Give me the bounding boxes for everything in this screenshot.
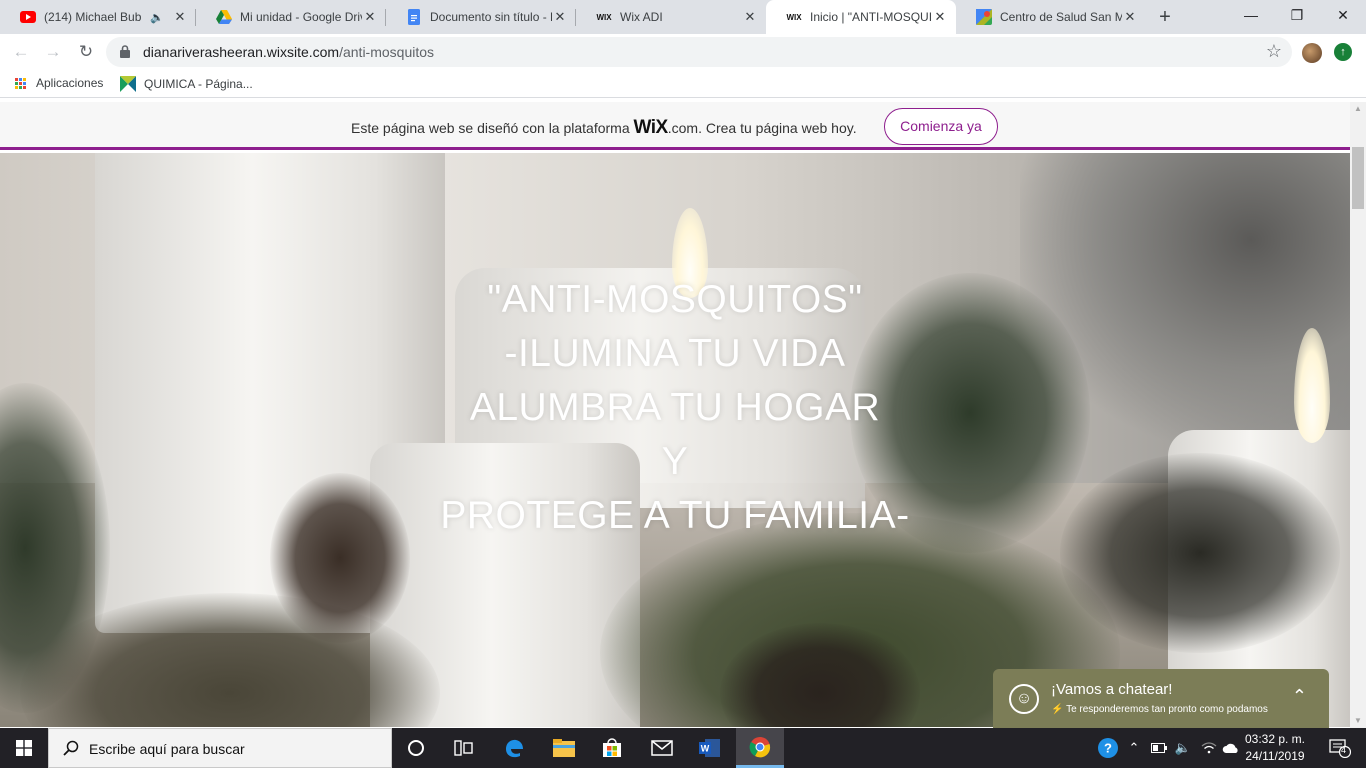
hero-headline: "ANTI-MOSQUITOS" -ILUMINA TU VIDA ALUMBR… (0, 273, 1350, 543)
minimize-icon[interactable]: — (1228, 0, 1274, 30)
tab-anti-mosquitos[interactable]: WIX Inicio | "ANTI-MOSQUITOS" ✕ (766, 0, 956, 34)
taskbar-search-box[interactable]: Escribe aquí para buscar (48, 728, 392, 768)
close-tab-icon[interactable]: ✕ (172, 9, 188, 25)
svg-text:W: W (701, 744, 710, 754)
search-icon (63, 740, 79, 756)
close-tab-icon[interactable]: ✕ (362, 9, 378, 25)
address-bar[interactable]: dianariverasheeran.wixsite.com/anti-mosq… (106, 37, 1292, 67)
url-host: dianariverasheeran.wixsite.com (143, 44, 340, 60)
page-scrollbar[interactable]: ▲ ▼ (1350, 102, 1366, 728)
reload-icon[interactable]: ↻ (74, 40, 98, 64)
quimica-icon (120, 76, 136, 92)
bookmark-label: QUIMICA - Página... (144, 77, 253, 91)
tab-title: Documento sin título - Documentos de Goo… (430, 10, 552, 24)
battery-icon[interactable] (1148, 728, 1170, 768)
word-icon[interactable]: W (686, 728, 734, 768)
hero-line: -ILUMINA TU VIDA (504, 332, 846, 375)
smiley-icon: ☺ (1009, 684, 1039, 714)
help-icon[interactable]: ? (1094, 728, 1122, 768)
wifi-icon[interactable] (1198, 728, 1220, 768)
clock-time: 03:32 p. m. (1244, 732, 1306, 746)
tab-google-maps[interactable]: Centro de Salud San Martín ✕ (956, 0, 1146, 34)
wix-banner: Este página web se diseñó con la platafo… (0, 102, 1350, 150)
clock-date: 24/11/2019 (1245, 749, 1305, 763)
hero-line: "ANTI-MOSQUITOS" (487, 278, 863, 321)
tab-strip: (214) Michael Buble 🔈 ✕ Mi unidad - Goog… (0, 0, 1366, 34)
new-tab-button[interactable]: + (1154, 6, 1176, 28)
hero-line: Y (661, 440, 689, 483)
chat-title: ¡Vamos a chatear! (1051, 681, 1173, 698)
taskbar-clock[interactable]: 03:32 p. m. 24/11/2019 (1240, 731, 1310, 765)
svg-text:?: ? (1104, 741, 1112, 756)
tab-youtube[interactable]: (214) Michael Buble 🔈 ✕ (0, 0, 196, 34)
chevron-up-tray-icon[interactable]: ⌃ (1124, 728, 1144, 768)
scrollbar-thumb[interactable] (1352, 147, 1364, 209)
wix-banner-text-before: Este página web se diseñó con la platafo… (351, 120, 630, 136)
bookmark-apps[interactable]: Aplicaciones (15, 76, 103, 90)
close-tab-icon[interactable]: ✕ (932, 9, 948, 25)
tab-title: Centro de Salud San Martín (1000, 10, 1122, 24)
google-maps-icon (976, 9, 992, 25)
tab-google-docs[interactable]: Documento sin título - Documentos de Goo… (386, 0, 576, 34)
close-tab-icon[interactable]: ✕ (1122, 9, 1138, 25)
wix-banner-message: Este página web se diseñó con la platafo… (351, 117, 857, 139)
lightning-icon: ⚡ (1051, 704, 1064, 715)
start-now-button[interactable]: Comienza ya (884, 108, 998, 145)
hero-line: ALUMBRA TU HOGAR (469, 386, 881, 429)
search-placeholder: Escribe aquí para buscar (89, 741, 245, 757)
cortana-icon[interactable] (392, 728, 440, 768)
onedrive-cloud-icon[interactable] (1220, 728, 1242, 768)
tab-title: (214) Michael Buble (44, 10, 143, 24)
close-tab-icon[interactable]: ✕ (742, 9, 758, 25)
chat-subtitle-text: Te responderemos tan pronto como podamos (1066, 704, 1268, 715)
back-arrow-icon[interactable]: ← (9, 40, 33, 64)
wix-banner-text-after: .com. Crea tu página web hoy. (667, 120, 857, 136)
wix-icon: WIX (596, 12, 612, 22)
tab-wix-adi[interactable]: WIX Wix ADI ✕ (576, 0, 766, 34)
file-explorer-icon[interactable] (540, 728, 588, 768)
windows-taskbar: Escribe aquí para buscar W ? ⌃ 🔈 03:32 p… (0, 728, 1366, 768)
bookmark-star-icon[interactable]: ☆ (1266, 41, 1282, 62)
google-docs-icon (406, 9, 422, 25)
update-arrow-icon[interactable]: ↑ (1334, 43, 1352, 61)
bookmarks-bar: Aplicaciones QUIMICA - Página... (0, 70, 1366, 98)
wix-logo[interactable]: WiX (634, 117, 669, 138)
tab-google-drive[interactable]: Mi unidad - Google Drive ✕ (196, 0, 386, 34)
hero-section: "ANTI-MOSQUITOS" -ILUMINA TU VIDA ALUMBR… (0, 153, 1350, 727)
scroll-up-arrow-icon[interactable]: ▲ (1350, 102, 1366, 116)
store-icon[interactable] (588, 728, 636, 768)
forward-arrow-icon[interactable]: → (41, 40, 65, 64)
restore-icon[interactable]: ❐ (1274, 0, 1320, 30)
scroll-down-arrow-icon[interactable]: ▼ (1350, 714, 1366, 728)
youtube-icon (20, 9, 36, 25)
chrome-icon[interactable] (736, 728, 784, 768)
chat-widget[interactable]: ☺ ¡Vamos a chatear! ⚡ Te responderemos t… (993, 669, 1329, 729)
action-center-icon[interactable]: 4 (1322, 728, 1358, 768)
close-window-icon[interactable]: ✕ (1320, 0, 1366, 30)
mail-icon[interactable] (638, 728, 686, 768)
profile-avatar[interactable] (1302, 43, 1322, 63)
windows-start-icon[interactable] (0, 728, 48, 768)
close-tab-icon[interactable]: ✕ (552, 9, 568, 25)
volume-icon[interactable]: 🔈 (1172, 728, 1194, 768)
chevron-up-icon[interactable]: ⌃ (1292, 686, 1307, 707)
wix-icon: WIX (786, 12, 802, 22)
bookmark-quimica[interactable]: QUIMICA - Página... (120, 76, 253, 92)
tab-title: Mi unidad - Google Drive (240, 10, 362, 24)
tab-title: Wix ADI (620, 10, 663, 24)
browser-toolbar: ← → ↻ dianariverasheeran.wixsite.com/ant… (0, 34, 1366, 70)
google-drive-icon (216, 9, 232, 25)
hero-line: PROTEGE A TU FAMILIA- (440, 494, 910, 537)
audio-icon[interactable]: 🔈 (150, 11, 164, 24)
bookmark-label: Aplicaciones (36, 76, 104, 90)
tab-title: Inicio | "ANTI-MOSQUITOS" (810, 10, 932, 24)
url-text[interactable]: dianariverasheeran.wixsite.com/anti-mosq… (143, 44, 434, 60)
task-view-icon[interactable] (440, 728, 488, 768)
chat-subtitle: ⚡ Te responderemos tan pronto como podam… (1051, 704, 1268, 715)
edge-icon[interactable] (490, 728, 538, 768)
notification-count: 4 (1341, 745, 1347, 755)
lock-icon[interactable] (120, 45, 130, 58)
apps-grid-icon (15, 77, 26, 89)
url-path: /anti-mosquitos (339, 44, 435, 60)
